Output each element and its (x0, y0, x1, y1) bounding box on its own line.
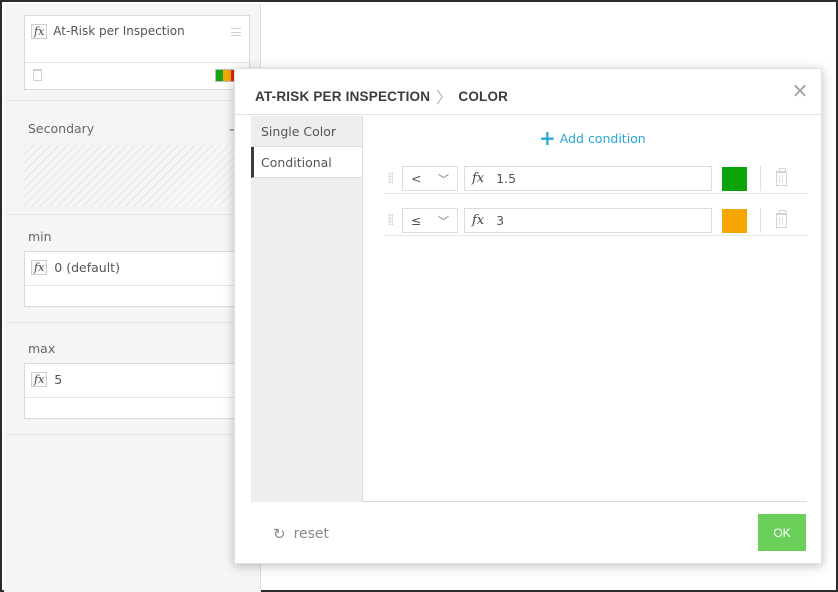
plus-icon: + (539, 126, 556, 150)
dialog-header: AT-RISK PER INSPECTION 〉 COLOR × (235, 69, 821, 115)
tab-list: Single Color Conditional (251, 116, 363, 502)
row-divider (760, 208, 761, 233)
swatch-green (216, 70, 224, 81)
operator-value: ≤ (411, 213, 422, 228)
section-divider (6, 434, 261, 435)
breadcrumb-current: COLOR (458, 88, 509, 104)
min-value-box[interactable]: fx 0 (default) (24, 251, 238, 307)
measure-card[interactable]: fx At-Risk per Inspection (24, 15, 250, 90)
condition-color-button[interactable] (722, 167, 747, 191)
trash-icon[interactable] (33, 69, 42, 81)
fx-icon: fx (31, 260, 48, 275)
left-panel: fx At-Risk per Inspection Secondary + mi… (4, 4, 261, 592)
fx-icon: fx (472, 171, 485, 186)
card-divider (25, 62, 249, 63)
chevron-down-icon: ﹀ (438, 172, 449, 186)
chevron-down-icon: ﹀ (438, 214, 449, 228)
secondary-drop-zone[interactable] (24, 145, 236, 207)
chevron-right-icon: 〉 (436, 90, 453, 107)
max-value: 5 (54, 372, 63, 387)
breadcrumb: AT-RISK PER INSPECTION 〉 COLOR (255, 84, 508, 108)
reset-button[interactable]: ↻ reset (273, 525, 329, 543)
ok-button[interactable]: OK (758, 514, 806, 551)
breadcrumb-parent[interactable]: AT-RISK PER INSPECTION (255, 89, 430, 104)
min-value-row: fx 0 (default) (31, 260, 120, 275)
dialog-footer: ↻ reset OK (235, 503, 821, 565)
swatch-orange (223, 70, 231, 81)
measure-title: At-Risk per Inspection (53, 24, 185, 38)
max-value-row: fx 5 (31, 372, 62, 387)
operator-select[interactable]: ≤ ﹀ (402, 208, 458, 233)
trash-icon[interactable] (776, 168, 787, 186)
add-condition-label: Add condition (559, 130, 646, 146)
close-icon[interactable]: × (791, 80, 809, 100)
measure-title-row: fx At-Risk per Inspection (31, 24, 241, 39)
section-divider (6, 322, 261, 323)
fx-icon: fx (31, 372, 48, 387)
min-label: min (28, 229, 52, 244)
operator-select[interactable]: < ﹀ (402, 166, 458, 191)
box-divider (25, 397, 237, 398)
drag-handle-icon[interactable] (388, 172, 393, 183)
tab-single-color[interactable]: Single Color (251, 116, 362, 147)
secondary-label: Secondary (28, 121, 95, 136)
drag-handle-icon[interactable] (231, 28, 241, 36)
trash-icon[interactable] (776, 210, 787, 228)
section-divider (6, 100, 261, 101)
row-divider (760, 166, 761, 191)
add-condition-button[interactable]: + Add condition (539, 126, 646, 150)
operator-value: < (411, 171, 422, 186)
fx-icon: fx (31, 24, 48, 39)
tab-conditional[interactable]: Conditional (251, 147, 362, 178)
condition-value: 3 (496, 213, 505, 228)
condition-row: < ﹀ fx 1.5 (384, 162, 808, 194)
box-divider (25, 285, 237, 286)
condition-value-input[interactable]: fx 3 (464, 208, 712, 233)
condition-value-input[interactable]: fx 1.5 (464, 166, 712, 191)
color-dialog: AT-RISK PER INSPECTION 〉 COLOR × Single … (234, 68, 822, 564)
condition-row: ≤ ﹀ fx 3 (384, 204, 808, 236)
conditional-panel: + Add condition < ﹀ fx 1.5 ≤ ﹀ fx 3 (364, 116, 808, 501)
drag-handle-icon[interactable] (388, 214, 393, 225)
reset-icon: ↻ (273, 525, 286, 543)
condition-value: 1.5 (496, 171, 517, 186)
min-value: 0 (default) (54, 260, 120, 275)
section-divider (6, 214, 261, 215)
reset-label: reset (293, 526, 330, 542)
app-frame: fx At-Risk per Inspection Secondary + mi… (0, 0, 838, 592)
max-value-box[interactable]: fx 5 (24, 363, 238, 419)
condition-color-button[interactable] (722, 209, 747, 233)
max-label: max (28, 341, 56, 356)
dialog-body: Single Color Conditional + Add condition… (251, 116, 808, 502)
fx-icon: fx (472, 213, 485, 228)
